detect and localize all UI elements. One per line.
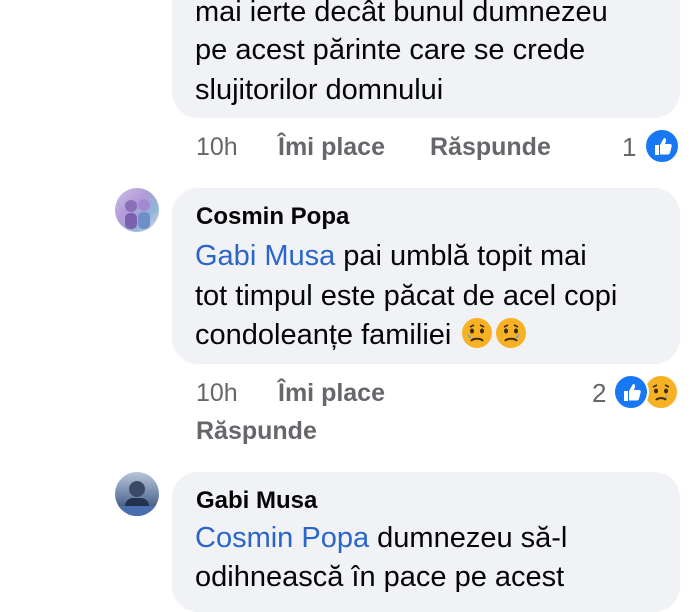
like-icon[interactable] <box>613 374 649 410</box>
avatar[interactable] <box>115 188 159 232</box>
comment-text-line: condoleanțe familiei <box>195 315 527 355</box>
like-button[interactable]: Îmi place <box>278 132 385 162</box>
comment-author[interactable]: Gabi Musa <box>196 486 317 516</box>
comment-text-line: Gabi Musa pai umblă topit mai <box>195 236 587 276</box>
comment-text: condoleanțe familiei <box>195 319 452 351</box>
like-button[interactable]: Îmi place <box>278 378 385 408</box>
mention-link[interactable]: Cosmin Popa <box>195 522 369 554</box>
comment-text-line: mai ierte decât bunul dumnezeu <box>195 0 608 28</box>
like-icon[interactable] <box>644 128 680 164</box>
comment-text-line: pe acest părinte care se crede <box>195 34 586 66</box>
comment-timestamp: 10h <box>196 133 238 161</box>
comment-text-line: slujitorilor domnului <box>195 74 444 106</box>
comment-text-line: Cosmin Popa dumnezeu să-l <box>195 518 567 558</box>
crying-face-emoji <box>496 318 527 348</box>
comment-timestamp: 10h <box>196 379 238 407</box>
comment-text-line: odihnească în pace pe acest <box>195 561 565 593</box>
reaction-count[interactable]: 1 <box>622 132 636 162</box>
comment-text: dumnezeu să-l <box>369 522 568 554</box>
reaction-count[interactable]: 2 <box>592 378 606 408</box>
mention-link[interactable]: Gabi Musa <box>195 240 335 272</box>
comment-text-line: tot timpul este păcat de acel copi <box>195 280 618 312</box>
comment-author[interactable]: Cosmin Popa <box>196 202 349 232</box>
avatar[interactable] <box>115 472 159 516</box>
crying-face-emoji <box>462 318 493 348</box>
comment-text: pai umblă topit mai <box>335 240 587 272</box>
reply-button[interactable]: Răspunde <box>196 416 317 446</box>
reply-button[interactable]: Răspunde <box>430 132 551 162</box>
